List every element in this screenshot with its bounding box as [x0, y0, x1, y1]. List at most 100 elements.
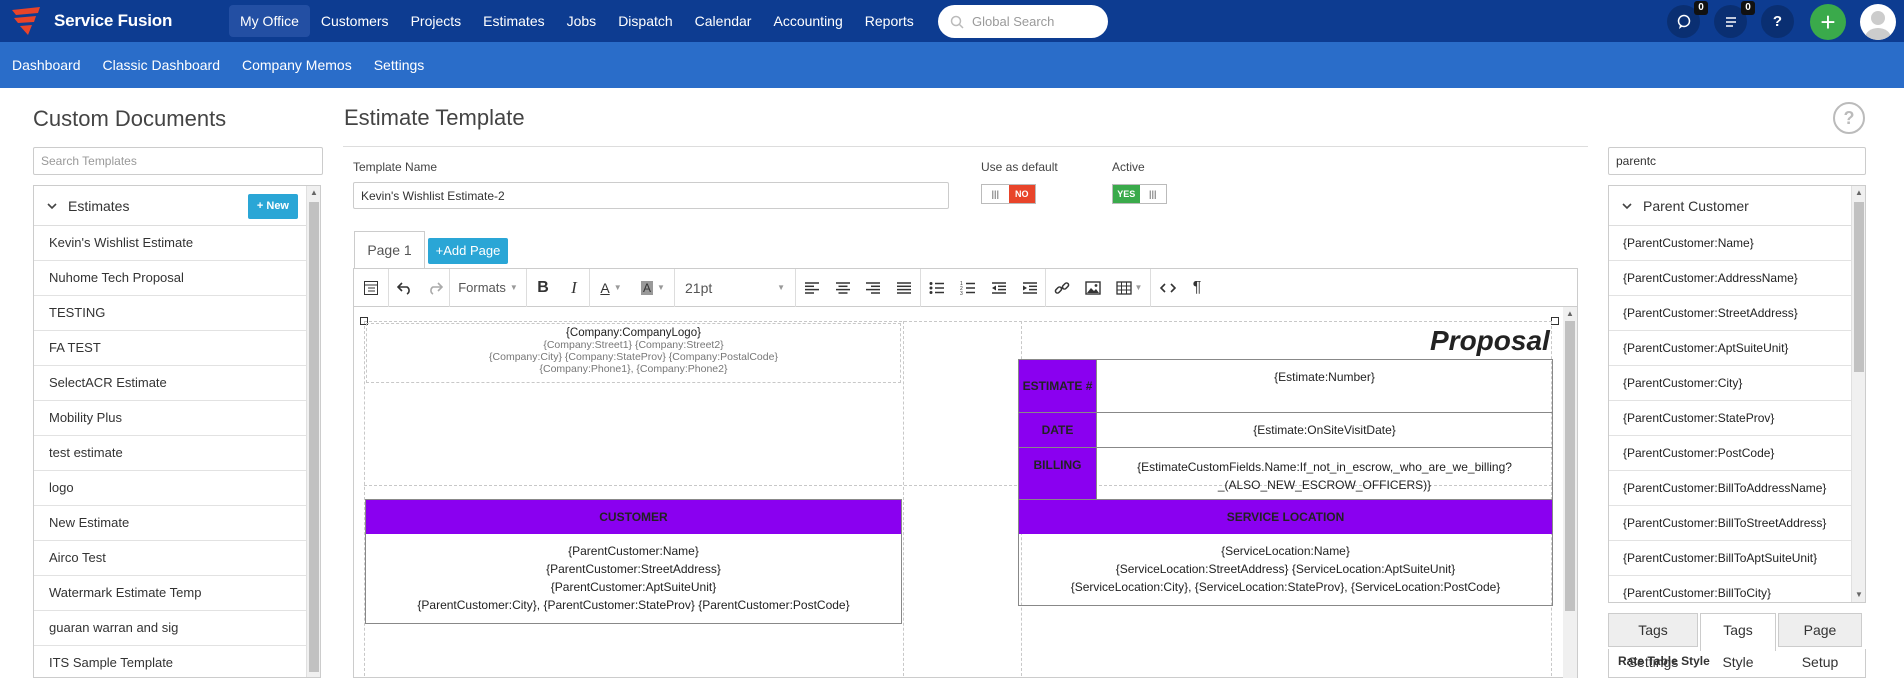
global-search-placeholder: Global Search: [972, 14, 1055, 29]
tab-tags-settings[interactable]: Tags Settings: [1608, 613, 1698, 670]
align-right-icon[interactable]: [858, 269, 888, 307]
tag-item[interactable]: {ParentCustomer:StreetAddress}: [1609, 296, 1851, 331]
image-icon[interactable]: [1078, 269, 1108, 307]
template-item[interactable]: Airco Test: [34, 541, 306, 576]
tag-item[interactable]: {ParentCustomer:StateProv}: [1609, 401, 1851, 436]
add-page-button[interactable]: +Add Page: [428, 238, 508, 264]
tag-item[interactable]: {ParentCustomer:PostCode}: [1609, 436, 1851, 471]
template-name-input[interactable]: Kevin's Wishlist Estimate-2: [353, 182, 949, 209]
create-new-button[interactable]: +: [1810, 4, 1846, 40]
template-item[interactable]: Watermark Estimate Temp: [34, 576, 306, 611]
editor-scrollbar[interactable]: ▲: [1563, 307, 1577, 678]
align-center-icon[interactable]: [828, 269, 858, 307]
subnav-company-memos[interactable]: Company Memos: [231, 57, 363, 73]
outdent-icon[interactable]: [983, 269, 1015, 307]
estimates-section-header[interactable]: Estimates + New: [34, 186, 306, 226]
help-circle-icon[interactable]: ?: [1833, 102, 1865, 134]
template-item[interactable]: Kevin's Wishlist Estimate: [34, 226, 306, 261]
toggle-state: YES: [1113, 185, 1140, 203]
use-as-default-toggle[interactable]: ||| NO: [981, 184, 1036, 204]
tag-item[interactable]: {ParentCustomer:AddressName}: [1609, 261, 1851, 296]
template-item[interactable]: TESTING: [34, 296, 306, 331]
table-button[interactable]: ▼: [1108, 269, 1150, 307]
scroll-up-icon[interactable]: ▲: [1852, 186, 1865, 200]
scroll-up-icon[interactable]: ▲: [1563, 307, 1577, 321]
numbered-list-icon[interactable]: 123: [953, 269, 983, 307]
text-color-button[interactable]: A ▼: [590, 269, 632, 307]
template-list-scrollbar[interactable]: ▲: [306, 186, 320, 677]
template-item[interactable]: Nuhome Tech Proposal: [34, 261, 306, 296]
align-left-icon[interactable]: [796, 269, 828, 307]
nav-my-office[interactable]: My Office: [229, 5, 310, 37]
nav-reports[interactable]: Reports: [854, 5, 925, 37]
font-size-dropdown[interactable]: 21pt ▼: [675, 269, 795, 307]
nav-projects[interactable]: Projects: [400, 5, 473, 37]
template-item[interactable]: FA TEST: [34, 331, 306, 366]
link-icon[interactable]: [1046, 269, 1078, 307]
tag-item[interactable]: {ParentCustomer:BillToAddressName}: [1609, 471, 1851, 506]
scrollbar-thumb[interactable]: [309, 202, 319, 672]
template-item[interactable]: SelectACR Estimate: [34, 366, 306, 401]
user-avatar[interactable]: [1860, 4, 1896, 40]
align-justify-icon[interactable]: [888, 269, 920, 307]
tab-tags-style[interactable]: Tags Style: [1700, 613, 1776, 670]
tag-search-input[interactable]: parentc: [1608, 147, 1866, 175]
template-item[interactable]: New Estimate: [34, 506, 306, 541]
tab-page-1[interactable]: Page 1: [354, 231, 425, 269]
template-item[interactable]: guaran warran and sig: [34, 611, 306, 646]
editor-content[interactable]: {Company:CompanyLogo} {Company:Street1} …: [360, 317, 1564, 678]
template-item[interactable]: logo: [34, 471, 306, 506]
template-item[interactable]: ITS Sample Template: [34, 646, 306, 677]
tag-item[interactable]: {ParentCustomer:City}: [1609, 366, 1851, 401]
nav-calendar[interactable]: Calendar: [684, 5, 763, 37]
nav-estimates[interactable]: Estimates: [472, 5, 555, 37]
estimate-info-table: ESTIMATE # {Estimate:Number} DATE {Estim…: [1018, 359, 1553, 501]
company-city-tag: {Company:City} {Company:StateProv} {Comp…: [489, 351, 778, 363]
tasks-button[interactable]: 0: [1714, 1, 1755, 38]
template-icon[interactable]: [354, 269, 388, 307]
template-item[interactable]: Mobility Plus: [34, 401, 306, 436]
tag-item[interactable]: {ParentCustomer:BillToAptSuiteUnit}: [1609, 541, 1851, 576]
undo-icon[interactable]: [389, 269, 421, 307]
scrollbar-thumb[interactable]: [1854, 202, 1864, 372]
tag-list-scrollbar[interactable]: ▲ ▼: [1851, 186, 1865, 602]
global-search-input[interactable]: Global Search: [938, 5, 1108, 38]
background-color-button[interactable]: A ▼: [632, 269, 674, 307]
paragraph-marks-icon[interactable]: ¶: [1185, 269, 1209, 307]
tag-item[interactable]: {ParentCustomer:BillToCity}: [1609, 576, 1851, 602]
redo-icon[interactable]: [421, 269, 449, 307]
brand-logo[interactable]: Service Fusion: [10, 6, 172, 36]
nav-accounting[interactable]: Accounting: [762, 5, 853, 37]
help-button[interactable]: ?: [1761, 5, 1794, 38]
subnav-settings[interactable]: Settings: [363, 57, 436, 73]
indent-icon[interactable]: [1015, 269, 1045, 307]
tag-item[interactable]: {ParentCustomer:Name}: [1609, 226, 1851, 261]
search-templates-input[interactable]: Search Templates: [33, 147, 323, 175]
nav-dispatch[interactable]: Dispatch: [607, 5, 683, 37]
bullet-list-icon[interactable]: [921, 269, 953, 307]
nav-jobs[interactable]: Jobs: [556, 5, 608, 37]
tab-page-setup[interactable]: Page Setup: [1778, 613, 1862, 670]
bold-icon[interactable]: B: [527, 269, 559, 307]
scroll-down-icon[interactable]: ▼: [1852, 588, 1865, 602]
italic-icon[interactable]: I: [559, 269, 589, 307]
caret-down-icon: ▼: [657, 283, 665, 292]
resize-handle[interactable]: [1551, 317, 1559, 325]
new-template-label: New: [266, 200, 289, 212]
source-code-icon[interactable]: [1151, 269, 1185, 307]
template-item[interactable]: test estimate: [34, 436, 306, 471]
new-template-button[interactable]: + New: [247, 194, 298, 219]
tag-item[interactable]: {ParentCustomer:AptSuiteUnit}: [1609, 331, 1851, 366]
chat-button[interactable]: 0: [1667, 1, 1708, 38]
scrollbar-thumb[interactable]: [1565, 321, 1575, 611]
parent-customer-section-header[interactable]: Parent Customer: [1609, 186, 1851, 226]
subnav-classic-dashboard[interactable]: Classic Dashboard: [92, 57, 232, 73]
formats-dropdown[interactable]: Formats ▼: [450, 269, 526, 307]
tag-item[interactable]: {ParentCustomer:BillToStreetAddress}: [1609, 506, 1851, 541]
active-toggle[interactable]: YES |||: [1112, 184, 1167, 204]
subnav-dashboard[interactable]: Dashboard: [0, 57, 92, 73]
main-nav: My Office Customers Projects Estimates J…: [229, 5, 925, 37]
scroll-up-icon[interactable]: ▲: [307, 186, 320, 200]
nav-customers[interactable]: Customers: [310, 5, 400, 37]
caret-down-icon: ▼: [613, 283, 622, 292]
